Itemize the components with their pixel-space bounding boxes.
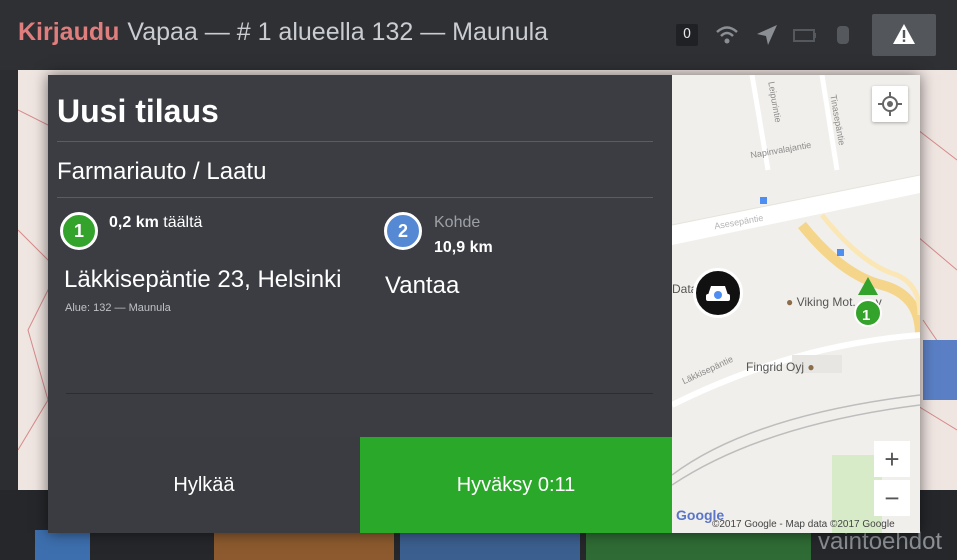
- vehicle-type: Farmariauto / Laatu: [57, 158, 267, 185]
- pickup-area: Alue: 132 — Maunula: [65, 302, 171, 314]
- bottom-tile-green[interactable]: [586, 530, 811, 560]
- bottom-tile-orange[interactable]: [214, 530, 394, 560]
- warning-icon: [893, 24, 915, 44]
- my-location-icon: [878, 92, 902, 116]
- pickup-map-marker-label: 1: [862, 307, 871, 324]
- wifi-icon: [716, 26, 738, 44]
- new-order-dialog: Uusi tilaus Farmariauto / Laatu 1 0,2 km…: [48, 75, 920, 533]
- destination-badge: 2: [384, 212, 422, 250]
- order-map[interactable]: Leipurintie Tinasepäntie Napinvalajantie…: [672, 75, 920, 533]
- destination-address: Vantaa: [385, 272, 460, 299]
- zoom-out-button[interactable]: −: [874, 480, 910, 516]
- dialog-title: Uusi tilaus: [57, 93, 219, 129]
- status-text: Vapaa — # 1 alueella 132 — Maunula: [127, 18, 549, 46]
- taxi-position-marker: [693, 268, 743, 318]
- reject-button[interactable]: Hylkää: [48, 437, 360, 533]
- car-icon: [706, 286, 730, 301]
- login-link[interactable]: Kirjaudu: [18, 18, 119, 46]
- pickup-distance-value: 0,2 km: [109, 214, 159, 231]
- pickup-distance-suffix: täältä: [163, 214, 203, 231]
- map-copyright: ©2017 Google - Map data ©2017 Google: [712, 519, 895, 530]
- bottom-tile-blue[interactable]: [400, 530, 580, 560]
- warning-button[interactable]: [872, 14, 936, 56]
- destination-label: Kohde: [434, 214, 481, 231]
- status-title: Kirjaudu Vapaa — # 1 alueella 132 — Maunu…: [18, 18, 548, 47]
- divider: [57, 141, 653, 142]
- divider: [66, 393, 653, 394]
- destination-distance: 10,9 km: [434, 239, 493, 256]
- bottom-tile-home[interactable]: [35, 530, 90, 560]
- navigation-arrow-icon: [757, 25, 777, 45]
- pickup-badge: 1: [60, 212, 98, 250]
- message-counter[interactable]: 0: [676, 24, 698, 46]
- pickup-address: Läkkisepäntie 23, Helsinki: [64, 266, 342, 293]
- poi-fingrid-label: Fingrid Oyj: [746, 360, 805, 374]
- my-location-button[interactable]: [872, 86, 908, 122]
- zoom-in-button[interactable]: +: [874, 441, 910, 477]
- accept-button[interactable]: Hyväksy 0:11: [360, 437, 672, 533]
- gps-icon: [837, 26, 849, 44]
- battery-icon: [793, 29, 816, 42]
- top-status-bar: Kirjaudu Vapaa — # 1 alueella 132 — Maunu…: [0, 0, 957, 70]
- pickup-distance: 0,2 km täältä: [109, 214, 202, 232]
- poi-fingrid: Fingrid Oyj ●: [746, 360, 815, 374]
- divider: [57, 197, 653, 198]
